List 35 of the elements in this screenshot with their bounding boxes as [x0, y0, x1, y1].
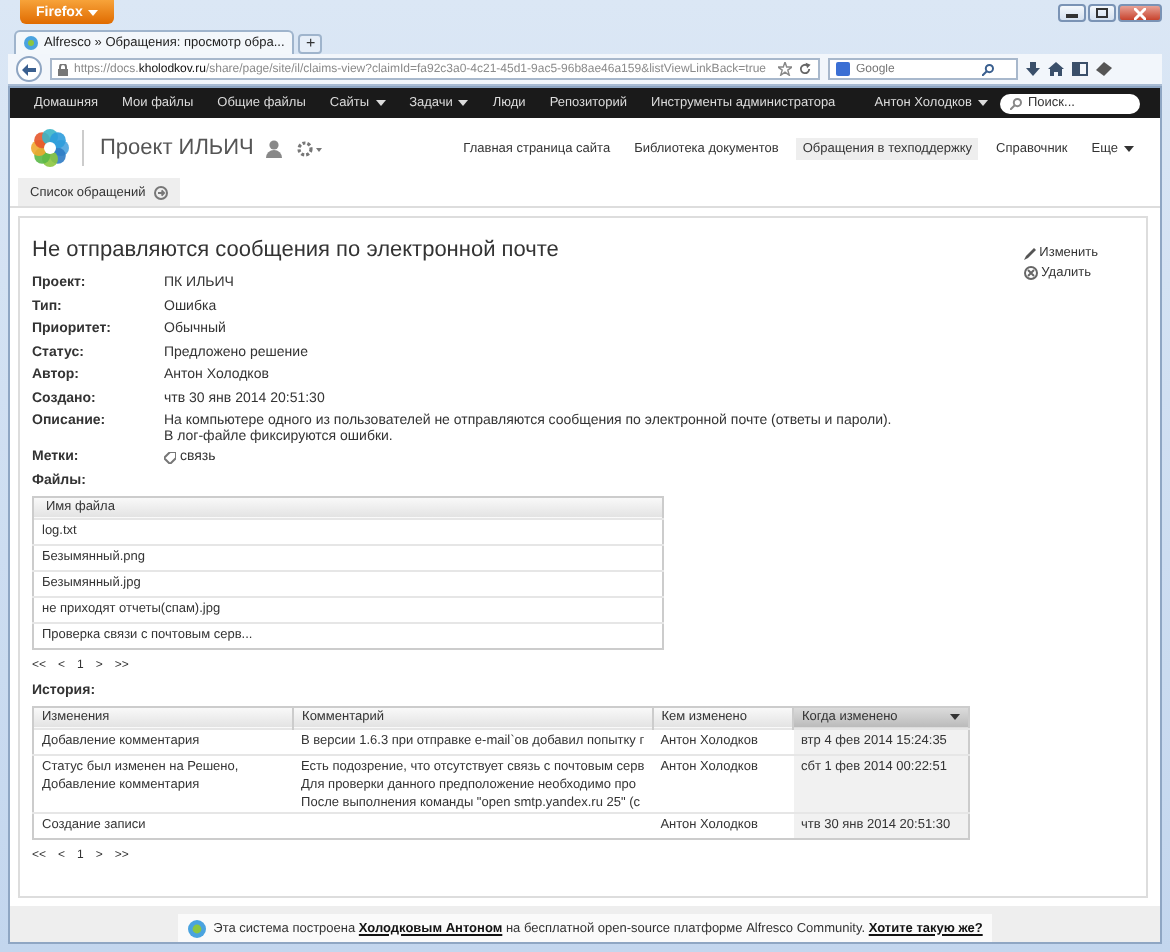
download-icon[interactable] — [1026, 62, 1040, 76]
user-add-icon[interactable] — [265, 139, 284, 157]
caret-icon — [88, 9, 99, 15]
panel-icon[interactable] — [1072, 62, 1088, 76]
site-logo-icon — [24, 36, 38, 50]
reload-icon[interactable] — [798, 62, 812, 76]
maximize-button[interactable] — [1088, 4, 1116, 22]
caret-icon — [978, 100, 988, 106]
claim-title: Не отправляются сообщения по электронной почте — [32, 238, 561, 262]
gear-icon[interactable] — [295, 139, 322, 157]
minimize-button[interactable] — [1058, 4, 1086, 22]
new-tab-button[interactable]: + — [298, 34, 323, 54]
minimize-icon — [1066, 9, 1078, 17]
caret-icon — [1124, 145, 1134, 151]
site-title: Проект ИЛЬИЧ — [82, 130, 254, 166]
caret-icon — [950, 714, 960, 720]
caret-icon — [458, 100, 469, 106]
close-icon — [1134, 7, 1146, 19]
tag-icon — [164, 452, 176, 464]
pencil-icon — [1023, 247, 1036, 259]
star-icon[interactable] — [778, 62, 792, 76]
arrow-circle-icon — [153, 185, 168, 199]
home-icon[interactable] — [1048, 62, 1064, 76]
logo-icon — [30, 128, 70, 168]
back-button[interactable] — [16, 56, 42, 82]
search-icon — [1010, 97, 1022, 109]
search-engine-icon — [836, 62, 850, 76]
close-circle-icon — [1023, 266, 1038, 280]
caret-icon — [375, 100, 386, 106]
maximize-icon — [1096, 8, 1108, 18]
search-icon[interactable] — [982, 63, 994, 75]
logo-icon — [187, 919, 206, 937]
back-arrow-icon — [22, 63, 36, 75]
lock-icon — [58, 63, 68, 75]
close-button[interactable] — [1118, 4, 1162, 22]
